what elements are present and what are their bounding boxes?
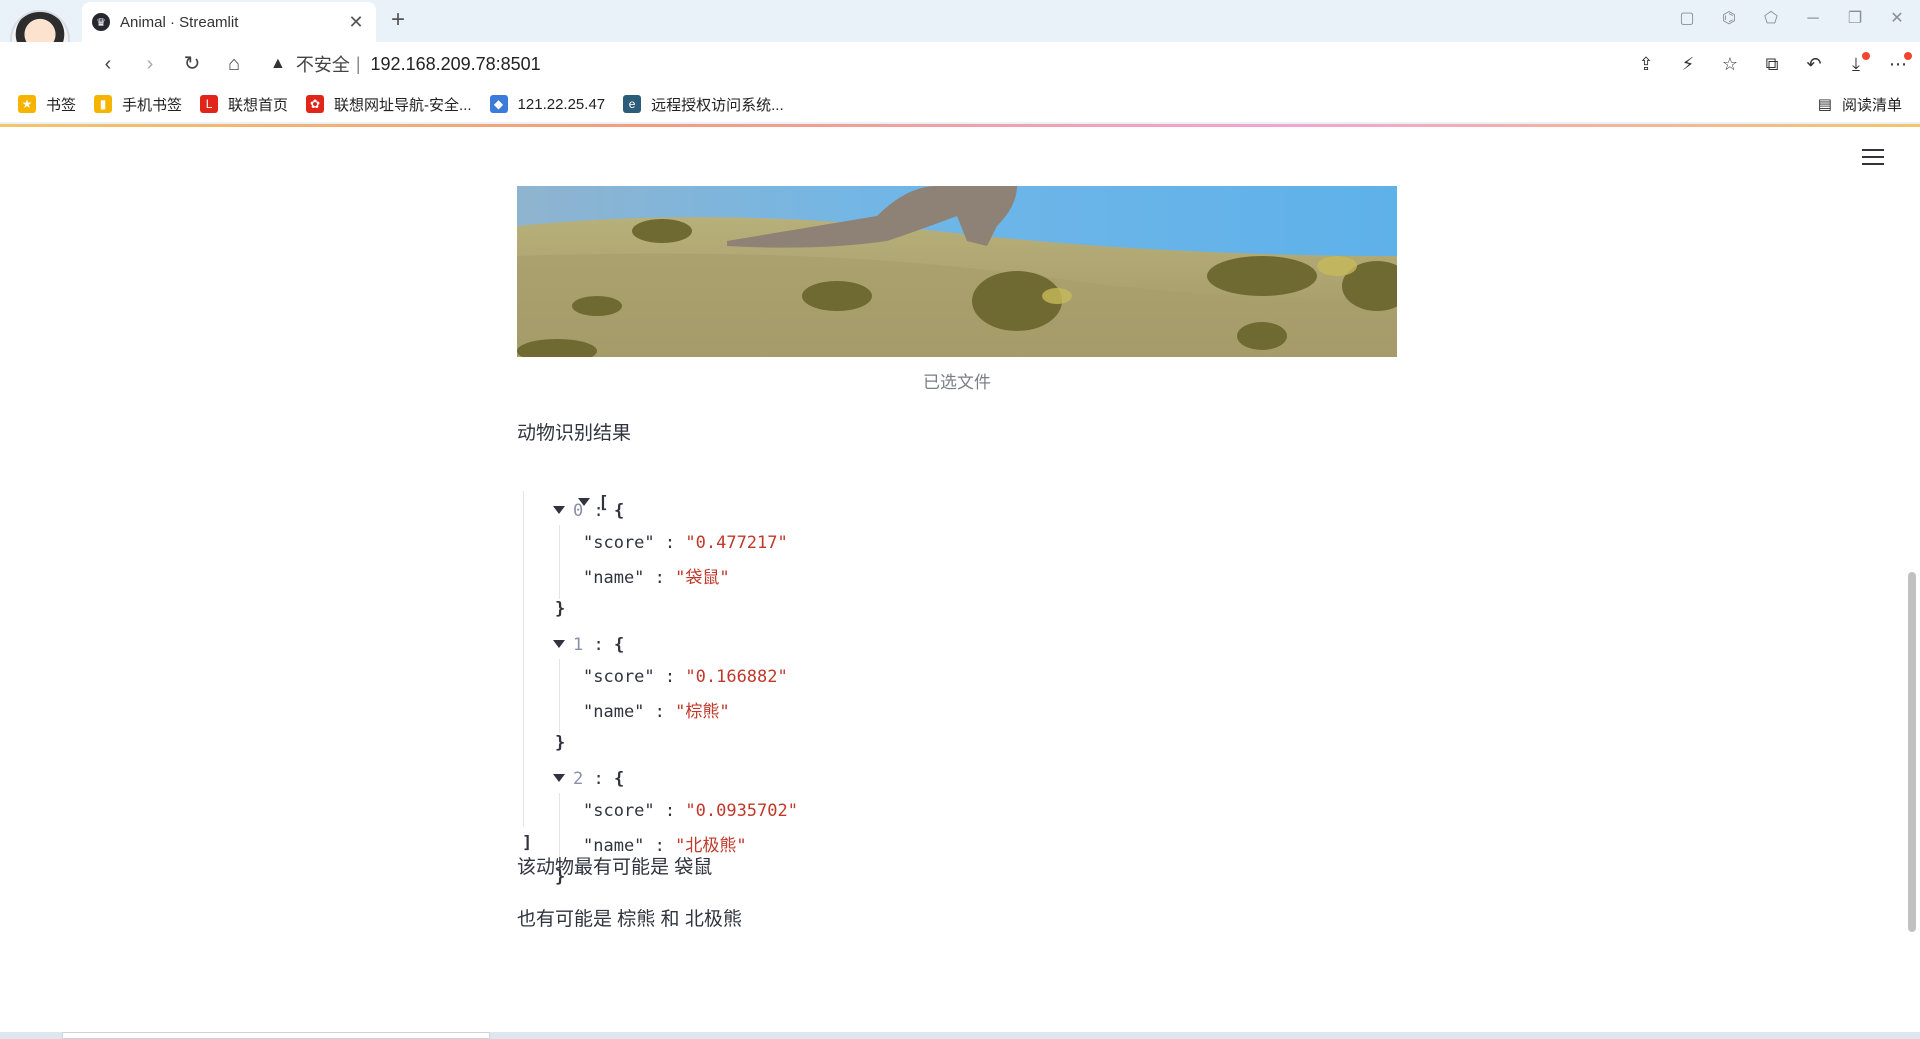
json-object-line[interactable]: 2 : { <box>553 767 624 791</box>
bookmark-label: 书签 <box>46 96 77 114</box>
browser-chrome: ♛ Animal · Streamlit ✕ + ▢ ⌬ ⬠ ─ ❐ ✕ ‹ ›… <box>0 0 1920 127</box>
json-indent-guide <box>559 525 560 599</box>
browser-tab[interactable]: ♛ Animal · Streamlit ✕ <box>82 2 376 42</box>
json-index: 0 <box>573 501 584 521</box>
lightning-icon[interactable]: ⚡ <box>1676 50 1700 78</box>
json-score-line: "score" : "0.477217" <box>583 533 788 553</box>
favorite-star-icon[interactable]: ☆ <box>1718 50 1742 78</box>
json-object-close: } <box>555 599 566 619</box>
uploaded-image <box>517 186 1397 357</box>
streamlit-page: 已选文件 动物识别结果 [ ] 0 : {"score" : "0.477217… <box>0 127 1920 1032</box>
window-controls: ▢ ⌬ ⬠ ─ ❐ ✕ <box>1676 8 1908 30</box>
bookmark-item[interactable]: ▮ 手机书签 <box>94 94 182 115</box>
more-menu-icon[interactable]: ⋯ <box>1886 50 1912 78</box>
back-icon[interactable]: ‹ <box>94 50 122 78</box>
close-window-icon[interactable]: ✕ <box>1886 8 1908 30</box>
json-root-line[interactable]: [ <box>517 467 609 513</box>
new-tab-button[interactable]: + <box>386 6 410 34</box>
json-object-close: } <box>555 733 566 753</box>
cube-icon: ◆ <box>489 95 508 113</box>
download-icon[interactable]: ⤓ <box>1844 50 1870 78</box>
taskbar-segment <box>62 1032 490 1039</box>
address-separator: | <box>355 53 361 74</box>
star-icon: ★ <box>18 95 36 113</box>
address-bar[interactable]: ▲ 不安全 | 192.168.209.78:8501 <box>270 50 541 78</box>
result-label: 动物识别结果 <box>517 423 632 444</box>
bookmark-item[interactable]: e 远程授权访问系统... <box>623 94 784 115</box>
json-name-line: "name" : "棕熊" <box>583 702 730 722</box>
json-object-line[interactable]: 1 : { <box>553 633 624 657</box>
json-object-line[interactable]: 0 : { <box>553 499 624 523</box>
reading-list-button[interactable]: ▤ 阅读清单 <box>1818 86 1902 122</box>
reload-icon[interactable]: ↻ <box>178 50 206 78</box>
home-icon[interactable]: ⌂ <box>220 50 248 78</box>
collapse-toggle-icon[interactable] <box>553 774 565 782</box>
image-caption: 已选文件 <box>923 373 991 392</box>
json-score-line: "score" : "0.0935702" <box>583 801 798 821</box>
bookmark-label: 远程授权访问系统... <box>651 96 784 114</box>
lenovo-nav-icon: ✿ <box>306 95 325 113</box>
json-score-line: "score" : "0.166882" <box>583 667 788 687</box>
minimize-icon[interactable]: ─ <box>1802 8 1824 30</box>
json-indent-guide <box>523 491 524 827</box>
bookmark-item[interactable]: ★ 书签 <box>18 94 76 115</box>
lenovo-icon: L <box>200 95 219 113</box>
collapse-toggle-icon[interactable] <box>553 640 565 648</box>
name-value: 棕熊 <box>685 702 720 722</box>
name-value: 袋鼠 <box>685 568 720 588</box>
streamlit-favicon-icon: ♛ <box>92 13 110 31</box>
score-value: 0.0935702 <box>695 801 788 821</box>
bookmark-label: 联想首页 <box>228 96 289 114</box>
bookmark-item[interactable]: ◆ 121.22.25.47 <box>489 95 606 113</box>
json-index: 1 <box>573 635 584 655</box>
url-text[interactable]: 192.168.209.78:8501 <box>371 54 541 75</box>
bookmark-item[interactable]: L 联想首页 <box>200 94 288 115</box>
score-value: 0.166882 <box>695 667 778 687</box>
json-indent-guide <box>559 659 560 733</box>
also-possible-text: 也有可能是 棕熊 和 北极熊 <box>517 909 742 930</box>
json-name-line: "name" : "袋鼠" <box>583 568 730 588</box>
restore-icon[interactable]: ❐ <box>1844 8 1866 30</box>
json-index: 2 <box>573 769 584 789</box>
tab-title: Animal · Streamlit <box>120 13 239 31</box>
reading-list-icon: ▤ <box>1817 96 1832 113</box>
hamburger-menu-icon[interactable] <box>1862 149 1884 165</box>
warning-icon: ▲ <box>270 55 286 72</box>
forward-icon[interactable]: › <box>136 50 164 78</box>
score-value: 0.477217 <box>695 533 778 553</box>
sidebar-toggle-icon[interactable]: ▢ <box>1676 8 1698 30</box>
undo-icon[interactable]: ↶ <box>1802 50 1826 78</box>
bookmarks-bar: ★ 书签 ▮ 手机书签 L 联想首页 ✿ 联想网址导航-安全... ◆ 121.22.25.47 e… <box>0 86 1920 122</box>
bookmark-item[interactable]: ✿ 联想网址导航-安全... <box>306 94 472 115</box>
tab-close-icon[interactable]: ✕ <box>346 12 366 33</box>
insecure-label: 不安全 <box>295 55 350 75</box>
incognito-icon[interactable]: ⌬ <box>1718 8 1740 30</box>
bookmark-label: 121.22.25.47 <box>517 95 606 113</box>
reading-list-label: 阅读清单 <box>1841 96 1902 114</box>
extensions-icon[interactable]: ⬠ <box>1760 8 1782 30</box>
phone-icon: ▮ <box>94 95 113 113</box>
edge-icon: e <box>623 95 642 113</box>
extension-puzzle-icon[interactable]: ⧉ <box>1760 50 1784 78</box>
page-scrollbar[interactable] <box>1908 572 1916 932</box>
bookmark-label: 联想网址导航-安全... <box>334 96 472 114</box>
bookmark-label: 手机书签 <box>122 96 183 114</box>
browser-toolbar: ‹ › ↻ ⌂ ▲ 不安全 | 192.168.209.78:8501 ⇪ ⚡ … <box>0 42 1920 86</box>
share-icon[interactable]: ⇪ <box>1634 50 1658 78</box>
collapse-toggle-icon[interactable] <box>553 506 565 514</box>
toolbar-actions: ⇪ ⚡ ☆ ⧉ ↶ ⤓ ⋯ <box>1634 50 1912 78</box>
kangaroo-photo <box>517 186 1397 357</box>
most-likely-text: 该动物最有可能是 袋鼠 <box>517 857 713 878</box>
